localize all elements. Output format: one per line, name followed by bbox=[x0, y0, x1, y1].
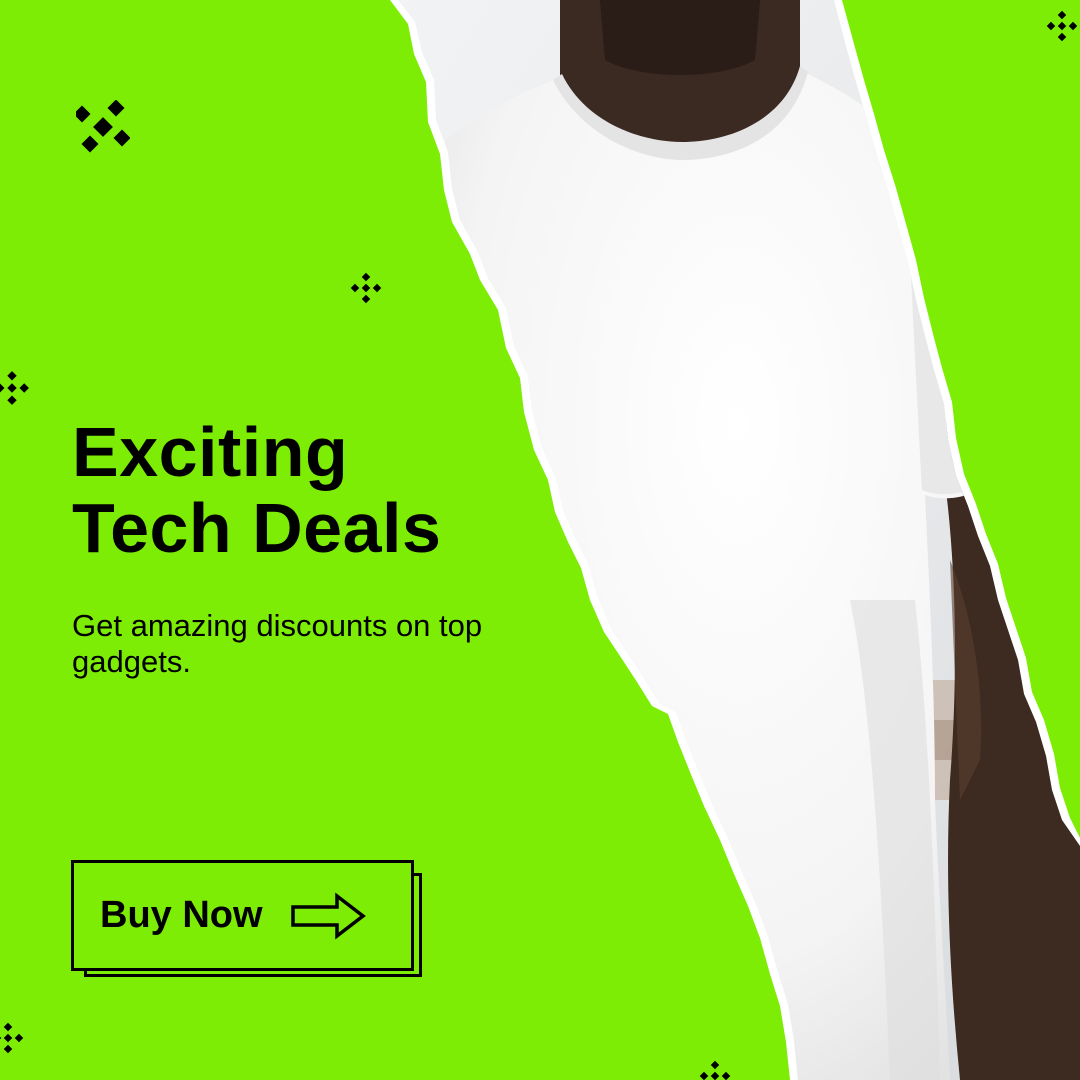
promo-banner: Exciting Tech Deals Get amazing discount… bbox=[0, 0, 1080, 1080]
sparkle-icon bbox=[0, 1022, 24, 1054]
buy-now-button[interactable]: Buy Now bbox=[71, 860, 414, 971]
subheadline: Get amazing discounts on top gadgets. bbox=[72, 608, 483, 679]
sparkle-icon bbox=[0, 371, 29, 405]
buy-now-label: Buy Now bbox=[100, 894, 263, 936]
sparkle-icon bbox=[1046, 10, 1078, 42]
sparkle-icon bbox=[350, 272, 382, 304]
pixel-cross-icon bbox=[76, 100, 130, 153]
arrow-right-icon bbox=[290, 891, 366, 940]
headline-line-2: Tech Deals bbox=[72, 489, 442, 567]
headline: Exciting Tech Deals bbox=[72, 414, 441, 566]
headline-line-1: Exciting bbox=[72, 413, 349, 491]
sparkle-icon bbox=[699, 1060, 731, 1080]
